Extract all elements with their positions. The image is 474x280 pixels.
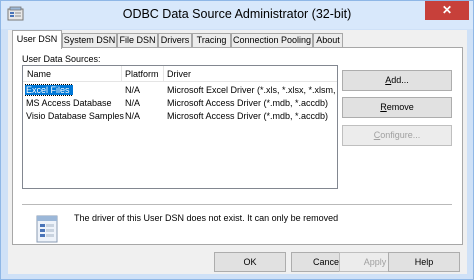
tab-user-dsn[interactable]: User DSN bbox=[12, 30, 62, 49]
tab-about[interactable]: About bbox=[313, 33, 343, 48]
odbc-window: ODBC Data Source Administrator (32-bit) … bbox=[0, 0, 474, 280]
list-row[interactable]: Excel Files N/A Microsoft Excel Driver (… bbox=[23, 84, 337, 96]
ok-button[interactable]: OK bbox=[214, 252, 286, 272]
close-button[interactable]: ✕ bbox=[425, 1, 469, 20]
row-driver: Microsoft Access Driver (*.mdb, *.accdb) bbox=[167, 111, 329, 121]
row-name: Excel Files bbox=[25, 84, 73, 96]
title-bar[interactable]: ODBC Data Source Administrator (32-bit) … bbox=[1, 1, 473, 29]
dialog-client: User DSN System DSN File DSN Drivers Tra… bbox=[8, 30, 467, 274]
close-icon: ✕ bbox=[441, 3, 453, 17]
row-driver: Microsoft Access Driver (*.mdb, *.accdb) bbox=[167, 98, 329, 108]
row-platform: N/A bbox=[125, 85, 141, 95]
column-header-name[interactable]: Name bbox=[27, 69, 51, 79]
configure-label: onfigure... bbox=[380, 130, 421, 140]
add-label: dd... bbox=[391, 75, 409, 85]
configure-button[interactable]: Configure... bbox=[342, 125, 452, 146]
tab-connection-pooling[interactable]: Connection Pooling bbox=[231, 33, 313, 48]
data-source-icon bbox=[36, 215, 58, 243]
data-sources-list[interactable]: Name Platform Driver Excel Files N/A Mic… bbox=[22, 65, 338, 189]
row-driver: Microsoft Excel Driver (*.xls, *.xlsx, *… bbox=[167, 85, 337, 95]
remove-button[interactable]: Remove bbox=[342, 97, 452, 118]
separator bbox=[22, 204, 452, 205]
row-name: MS Access Database bbox=[26, 98, 112, 108]
column-header-platform[interactable]: Platform bbox=[125, 69, 159, 79]
row-platform: N/A bbox=[125, 111, 141, 121]
window-title: ODBC Data Source Administrator (32-bit) bbox=[122, 7, 352, 21]
info-message: The driver of this User DSN does not exi… bbox=[74, 213, 339, 223]
column-divider[interactable] bbox=[163, 66, 164, 82]
tab-tracing[interactable]: Tracing bbox=[192, 33, 231, 48]
tab-file-dsn[interactable]: File DSN bbox=[117, 33, 158, 48]
column-divider[interactable] bbox=[121, 66, 122, 82]
list-row[interactable]: MS Access Database N/A Microsoft Access … bbox=[23, 97, 337, 109]
help-button[interactable]: Help bbox=[388, 252, 460, 272]
row-platform: N/A bbox=[125, 98, 141, 108]
user-data-sources-label: User Data Sources: bbox=[22, 54, 101, 64]
row-name: Visio Database Samples bbox=[26, 111, 124, 121]
list-header: Name Platform Driver bbox=[23, 66, 337, 82]
tab-drivers[interactable]: Drivers bbox=[158, 33, 192, 48]
tab-system-dsn[interactable]: System DSN bbox=[62, 33, 117, 48]
add-button[interactable]: Add... bbox=[342, 70, 452, 91]
column-header-driver[interactable]: Driver bbox=[167, 69, 191, 79]
list-row[interactable]: Visio Database Samples N/A Microsoft Acc… bbox=[23, 110, 337, 122]
remove-label: emove bbox=[386, 102, 414, 112]
